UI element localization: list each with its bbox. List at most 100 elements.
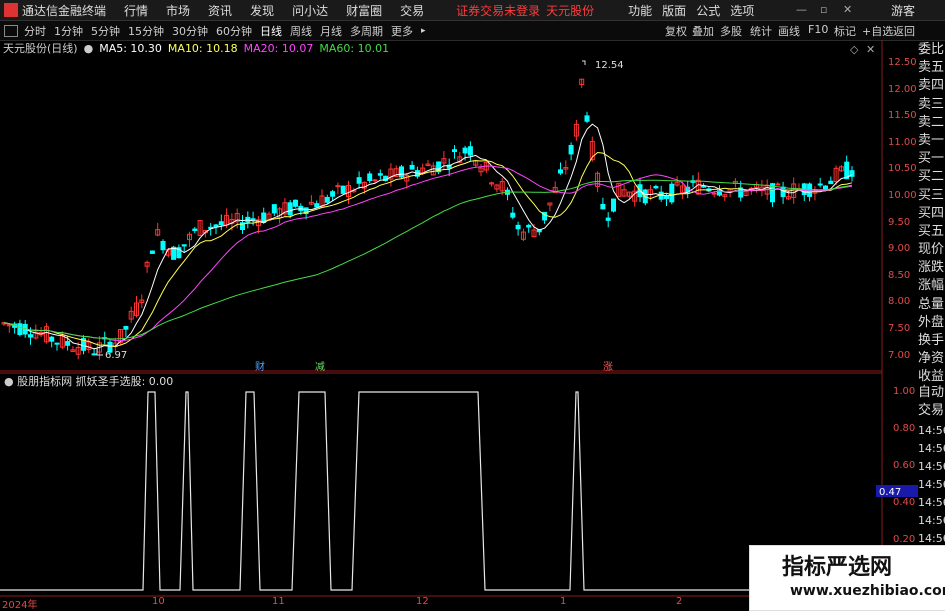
candle-body [293,199,298,207]
tab-more[interactable]: 更多 [391,23,413,39]
top-menu-bar: 通达信金融终端 行情 市场 资讯 发现 问小达 财富圈 交易 证券交易未登录 天… [0,0,945,21]
high-price-label: 12.54 [595,60,624,71]
marker-limit-up[interactable]: 涨 [603,361,613,373]
price-tick-label: 8.50 [888,269,911,281]
multi-stock-button[interactable]: 多股 [720,23,742,39]
menu-trade[interactable]: 交易 [400,2,424,19]
overlay-button[interactable]: 叠加 [692,23,714,39]
more-chevron-icon[interactable]: ▸ [421,26,426,36]
restore-icon[interactable]: ▫ [820,3,827,16]
statistics-button[interactable]: 统计 [750,23,772,39]
tab-1min[interactable]: 1分钟 [54,23,83,39]
candle-body [330,191,336,197]
tab-30min[interactable]: 30分钟 [172,23,208,39]
price-tick-label: 9.00 [888,243,911,255]
login-warning[interactable]: 证券交易未登录 [456,2,540,19]
label-auto[interactable]: 自动 [918,384,945,402]
price-tick-label: 10.00 [888,190,917,201]
diamond-icon[interactable]: ◇ [850,43,859,56]
draw-line-button[interactable]: 画线 [778,23,800,39]
tab-weekly[interactable]: 周线 [290,23,312,39]
sidebar-toggle-icon[interactable] [4,24,18,37]
candle-body [807,183,813,197]
candle-body [568,144,574,155]
candle-body [367,173,373,182]
tick-time: 14:56 [918,460,945,473]
marker-reduce[interactable]: 减 [315,361,325,373]
tick-time: 14:56 [918,478,945,491]
user-label[interactable]: 游客 [891,2,915,19]
time-label-feb: 2 [676,596,683,607]
add-favorite-button[interactable]: +自选 [862,23,893,39]
back-button[interactable]: 返回 [893,23,915,39]
tick-time: 14:56 [918,496,945,509]
stock-name: 天元股份 [546,3,595,18]
candle-body [462,147,468,154]
indicator-tick-label: 0.60 [893,460,916,471]
tab-5min[interactable]: 5分钟 [91,23,120,39]
tab-daily[interactable]: 日线 [260,23,282,39]
restore-rights-button[interactable]: 复权 [665,23,687,39]
candle-body [399,166,404,178]
menu-layout[interactable]: 版面 [662,2,686,19]
candle-body [669,183,675,203]
indicator-settings-icon[interactable]: ● [4,375,17,388]
price-tick-label: 11.00 [888,136,917,148]
candle-body [711,192,717,195]
price-tick-label: 10.50 [888,163,917,175]
candle-body [149,250,155,254]
indicator-tick-label: 1.00 [893,386,916,397]
label-sell3: 卖三 [918,96,945,112]
candle-body [653,185,659,189]
tab-15min[interactable]: 15分钟 [128,23,164,39]
candle-body [526,224,532,228]
candle-body [377,173,383,176]
menu-options[interactable]: 选项 [730,2,754,19]
low-price-label: 6.97 [105,350,127,361]
time-label-oct: 10 [152,596,165,607]
candle-body [287,202,293,216]
label-turnover: 换手 [918,333,945,348]
label-outer: 外盘 [918,314,945,330]
close-icon[interactable]: ✕ [843,3,852,16]
indicator-tick-label: 0.40 [893,497,916,508]
menu-wealth[interactable]: 财富圈 [346,2,382,19]
label-trade[interactable]: 交易 [918,402,945,420]
candle-body [54,342,60,345]
close-chart-icon[interactable]: ✕ [866,43,875,56]
candle-body [467,146,473,156]
tab-intraday[interactable]: 分时 [24,23,46,39]
price-tick-label: 7.50 [888,323,911,334]
indicator-pulse-line [0,391,880,591]
candle-body [828,180,834,185]
label-sell2: 卖二 [918,114,945,130]
marker-finance[interactable]: 财 [255,360,265,373]
menu-functions[interactable]: 功能 [628,2,652,19]
minimize-icon[interactable]: — [796,3,807,16]
menu-discover[interactable]: 发现 [250,2,274,19]
menu-market-quotes[interactable]: 行情 [124,2,148,19]
label-change: 涨跌 [918,260,945,276]
label-change-pct: 涨幅 [918,278,945,294]
tab-monthly[interactable]: 月线 [320,23,342,39]
tab-60min[interactable]: 60分钟 [216,23,252,39]
menu-news[interactable]: 资讯 [208,2,232,19]
price-tick-label: 7.00 [888,349,911,361]
mark-button[interactable]: 标记 [834,23,856,39]
label-price: 现价 [918,242,945,258]
indicator-tick-label: 0.20 [893,534,916,545]
tick-time: 14:56 [918,424,945,437]
tick-time: 14:56 [918,442,945,455]
candle-body [65,341,71,346]
indicator-text: 股朋指标网 抓妖圣手选股: 0.00 [17,375,174,388]
menu-ask[interactable]: 问小达 [292,2,328,19]
f10-button[interactable]: F10 [808,23,828,36]
menu-market[interactable]: 市场 [166,2,190,19]
tab-multi-period[interactable]: 多周期 [350,23,383,39]
app-logo-icon [4,3,18,17]
candle-body [823,185,828,190]
menu-formula[interactable]: 公式 [696,2,720,19]
price-tick-label: 9.50 [888,216,911,228]
candle-body [314,203,320,208]
candle-body [600,203,606,210]
